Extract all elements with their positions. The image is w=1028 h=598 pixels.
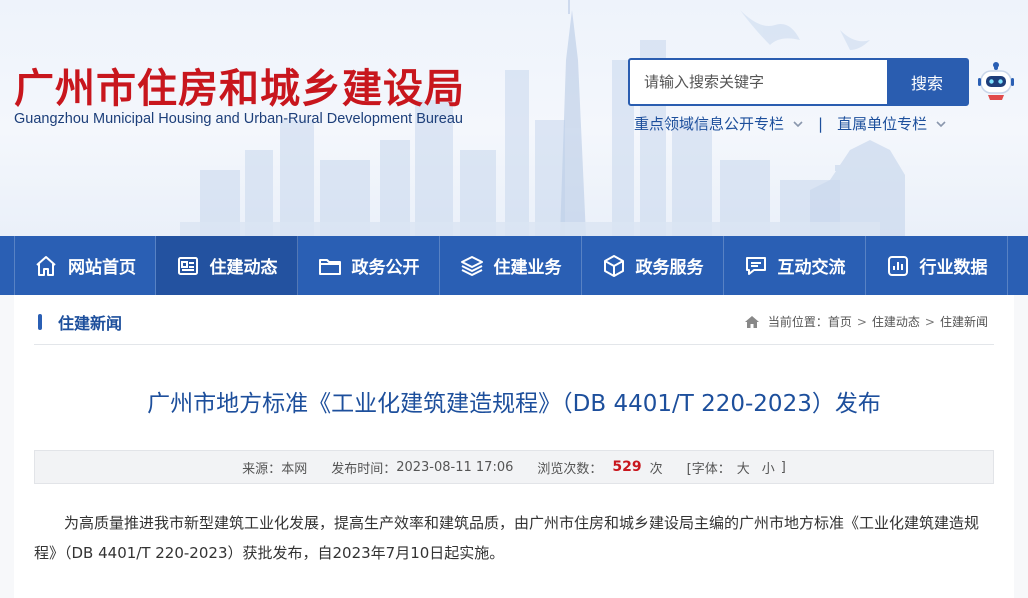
search-input[interactable] xyxy=(630,60,887,104)
breadcrumb-link-news-dynamics[interactable]: 住建动态 xyxy=(872,313,920,330)
meta-source: 来源： 本网 xyxy=(242,458,307,477)
breadcrumb-prefix: 当前位置： xyxy=(767,315,828,329)
main-nav: 网站首页 住建动态 政务公开 住建业务 政务服务 互动交流 行业数据 xyxy=(0,236,1028,295)
cube-icon xyxy=(603,254,624,277)
nav-item-home[interactable]: 网站首页 xyxy=(14,236,156,295)
section-marker xyxy=(38,314,42,330)
home-icon xyxy=(744,315,759,328)
nav-item-gov-services[interactable]: 政务服务 xyxy=(582,236,724,295)
nav-item-interaction[interactable]: 互动交流 xyxy=(724,236,866,295)
publish-time-value: 2023-08-11 17:06 xyxy=(396,459,514,475)
breadcrumb: 当前位置： 首页 > 住建动态 > 住建新闻 xyxy=(744,313,988,330)
chevron-down-icon xyxy=(936,120,946,127)
quick-link-label: 直属单位专栏 xyxy=(837,115,928,133)
source-label: 来源： xyxy=(242,461,282,477)
meta-views: 浏览次数： 529 次 xyxy=(537,458,662,477)
quick-link-label: 重点领域信息公开专栏 xyxy=(634,115,785,133)
search-button[interactable]: 搜索 xyxy=(887,60,967,104)
quick-links: 重点领域信息公开专栏 | 直属单位专栏 xyxy=(634,113,947,134)
views-count: 529 xyxy=(612,459,642,475)
article-body: 为高质量推进我市新型建筑工业化发展，提高生产效率和建筑品质，由广州市住房和城乡建… xyxy=(34,514,980,562)
home-icon xyxy=(36,255,56,276)
search-box: 搜索 xyxy=(628,58,969,106)
chart-icon xyxy=(887,255,908,276)
folder-icon xyxy=(318,258,341,275)
font-size-close-bracket: ] xyxy=(780,459,786,475)
breadcrumb-link-home[interactable]: 首页 xyxy=(828,313,852,330)
breadcrumb-link-construction-news[interactable]: 住建新闻 xyxy=(940,313,988,330)
breadcrumb-separator: > xyxy=(856,314,867,329)
views-label: 浏览次数： xyxy=(537,461,603,477)
nav-item-label: 住建业务 xyxy=(493,258,562,278)
views-unit: 次 xyxy=(649,461,663,477)
font-size-label: [字体： xyxy=(686,461,731,477)
chevron-down-icon xyxy=(793,120,803,127)
robot-icon[interactable] xyxy=(978,62,1014,102)
publish-time-label: 发布时间： xyxy=(331,461,397,477)
nav-item-label: 住建动态 xyxy=(209,258,278,278)
font-size-small-button[interactable]: 小 xyxy=(762,458,775,477)
nav-item-label: 网站首页 xyxy=(68,258,136,278)
section-header: 住建新闻 当前位置： 首页 > 住建动态 > 住建新闻 xyxy=(34,301,994,345)
chat-icon xyxy=(745,256,766,275)
source-value: 本网 xyxy=(281,461,308,477)
site-header: 广州市住房和城乡建设局 Guangzhou Municipal Housing … xyxy=(0,0,1028,236)
layers-icon xyxy=(460,255,483,276)
nav-item-label: 政务服务 xyxy=(635,258,704,278)
quick-link-subordinate-units[interactable]: 直属单位专栏 xyxy=(837,113,947,134)
nav-item-industry-data[interactable]: 行业数据 xyxy=(866,236,1008,295)
breadcrumb-separator: > xyxy=(924,314,935,329)
nav-item-news[interactable]: 住建动态 xyxy=(156,236,298,295)
nav-item-label: 政务公开 xyxy=(351,258,420,278)
site-subtitle: Guangzhou Municipal Housing and Urban-Ru… xyxy=(14,111,463,127)
section-title: 住建新闻 xyxy=(58,314,123,333)
meta-font-size: [字体： 大 小 ] xyxy=(687,458,786,477)
nav-item-construction-business[interactable]: 住建业务 xyxy=(440,236,582,295)
quick-links-separator: | xyxy=(818,114,824,133)
news-icon xyxy=(177,256,198,275)
nav-item-label: 行业数据 xyxy=(919,258,988,278)
quick-link-key-areas[interactable]: 重点领域信息公开专栏 xyxy=(634,113,804,134)
site-title: 广州市住房和城乡建设局 xyxy=(14,66,465,112)
article-title: 广州市地方标准《工业化建筑建造规程》（DB 4401/T 220-2023）发布 xyxy=(147,391,881,417)
font-size-large-button[interactable]: 大 xyxy=(737,458,750,477)
meta-publish-time: 发布时间： 2023-08-11 17:06 xyxy=(331,458,513,477)
article-meta: 来源： 本网 发布时间： 2023-08-11 17:06 浏览次数： 529 … xyxy=(34,450,994,484)
nav-item-gov-disclosure[interactable]: 政务公开 xyxy=(298,236,440,295)
nav-item-label: 互动交流 xyxy=(777,258,846,278)
